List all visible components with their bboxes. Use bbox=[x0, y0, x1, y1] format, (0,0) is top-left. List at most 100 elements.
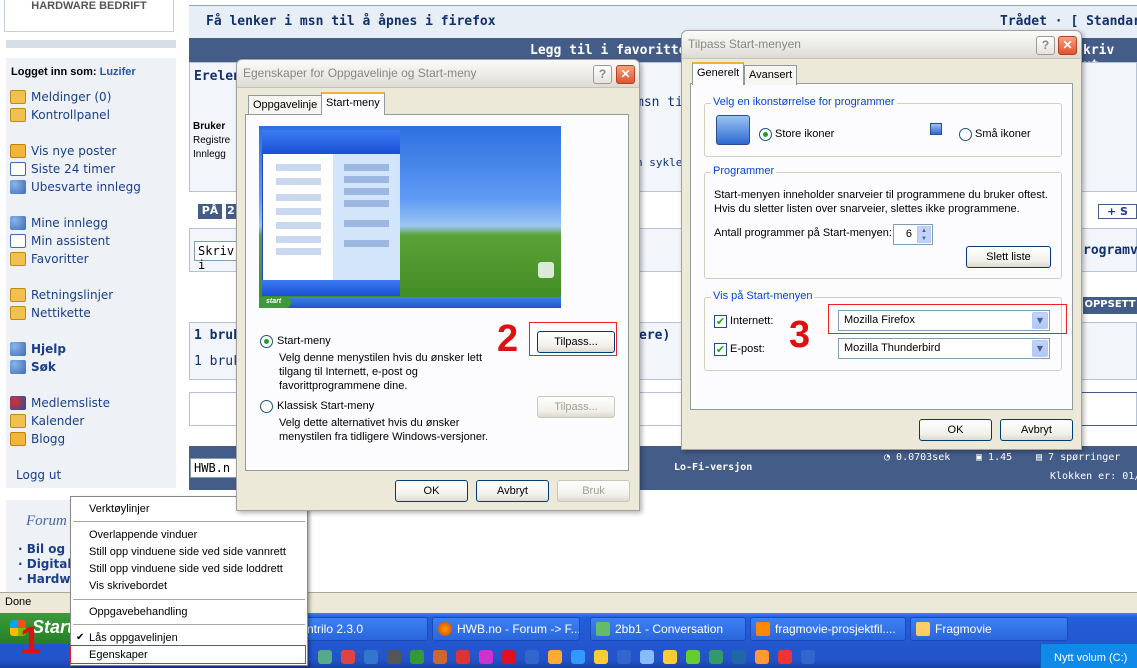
apply-button[interactable]: Bruk bbox=[557, 480, 630, 502]
nav-guidelines[interactable]: Retningslinjer bbox=[10, 288, 113, 302]
menu-item-tile-vertical[interactable]: Still opp vinduene side ved side loddret… bbox=[71, 561, 307, 578]
task-button-project[interactable]: fragmovie-prosjektfil.... bbox=[750, 617, 906, 641]
customize-classic-button[interactable]: Tilpass... bbox=[537, 396, 615, 418]
dialog-titlebar[interactable]: Tilpass Start-menyen ? ✕ bbox=[682, 31, 1081, 59]
start-menu-option-label[interactable]: Start-meny bbox=[277, 335, 331, 347]
quick-launch-app-icon[interactable] bbox=[732, 650, 746, 664]
cancel-button[interactable]: Avbryt bbox=[1000, 419, 1073, 441]
classic-option-label[interactable]: Klassisk Start-meny bbox=[277, 400, 374, 412]
small-icons-label[interactable]: Små ikoner bbox=[975, 128, 1031, 140]
nav-favorites[interactable]: Favoritter bbox=[10, 252, 89, 266]
nav-unanswered[interactable]: Ubesvarte innlegg bbox=[10, 180, 141, 194]
step-2-marker: 2 bbox=[497, 318, 519, 360]
quick-launch-app-icon[interactable] bbox=[571, 650, 585, 664]
page-button[interactable]: 2 bbox=[226, 204, 236, 219]
radio-classic-start-menu[interactable] bbox=[260, 400, 273, 413]
quick-launch-app-icon[interactable] bbox=[410, 650, 424, 664]
sidebar-divider bbox=[6, 40, 176, 48]
nav-help[interactable]: Hjelp bbox=[10, 342, 66, 356]
nav-my-posts[interactable]: Mine innlegg bbox=[10, 216, 108, 230]
close-button[interactable]: ✕ bbox=[1058, 36, 1077, 55]
radio-start-menu[interactable] bbox=[260, 335, 273, 348]
quick-launch-app-icon[interactable] bbox=[801, 650, 815, 664]
dialog-titlebar[interactable]: Egenskaper for Oppgavelinje og Start-men… bbox=[237, 60, 639, 88]
nav-last-24h[interactable]: Siste 24 timer bbox=[10, 162, 115, 176]
nav-logout[interactable]: Logg ut bbox=[16, 468, 61, 482]
nav-member-list[interactable]: Medlemsliste bbox=[10, 396, 110, 410]
chevron-down-icon[interactable]: ▼ bbox=[1032, 340, 1048, 357]
nav-calendar[interactable]: Kalender bbox=[10, 414, 84, 428]
quick-launch-network-icon[interactable] bbox=[318, 650, 332, 664]
menu-item-task-manager[interactable]: Oppgavebehandling bbox=[71, 604, 307, 621]
nav-search[interactable]: Søk bbox=[10, 360, 56, 374]
nav-messages[interactable]: Meldinger (0) bbox=[10, 90, 111, 104]
internet-checkbox[interactable]: ✔ bbox=[714, 315, 727, 328]
quick-launch-app-icon[interactable] bbox=[594, 650, 608, 664]
nav-netiquette[interactable]: Nettikette bbox=[10, 306, 91, 320]
quick-launch-app-icon[interactable] bbox=[525, 650, 539, 664]
quick-launch-tools-icon[interactable] bbox=[341, 650, 355, 664]
tab-taskbar[interactable]: Oppgavelinje bbox=[248, 95, 323, 115]
cancel-button[interactable]: Avbryt bbox=[476, 480, 549, 502]
quick-launch-app-icon[interactable] bbox=[548, 650, 562, 664]
menu-item-tile-horizontal[interactable]: Still opp vinduene side ved side vannret… bbox=[71, 544, 307, 561]
quick-launch-app-icon[interactable] bbox=[709, 650, 723, 664]
nav-my-assistant[interactable]: Min assistent bbox=[10, 234, 110, 248]
username-link[interactable]: Luzifer bbox=[100, 66, 136, 78]
start-menu-option-desc: Velg denne menystilen hvis du ønsker let… bbox=[279, 352, 483, 392]
quick-launch-app-icon[interactable] bbox=[502, 650, 516, 664]
close-button[interactable]: ✕ bbox=[616, 65, 635, 84]
task-button-folder[interactable]: Fragmovie bbox=[910, 617, 1068, 641]
quick-launch-app-icon[interactable] bbox=[364, 650, 378, 664]
tab-advanced[interactable]: Avansert bbox=[744, 65, 798, 85]
lofi-link[interactable]: Lo-Fi-versjon bbox=[674, 462, 752, 473]
quick-launch-app-icon[interactable] bbox=[456, 650, 470, 664]
program-count-spinner[interactable]: 6 ▲ ▼ bbox=[893, 224, 933, 245]
radio-small-icons[interactable] bbox=[959, 128, 972, 141]
task-button-firefox[interactable]: HWB.no - Forum -> F... bbox=[432, 617, 580, 641]
quick-launch-app-icon[interactable] bbox=[778, 650, 792, 664]
quick-launch-app-icon[interactable] bbox=[433, 650, 447, 664]
help-button[interactable]: ? bbox=[1036, 36, 1055, 55]
help-button[interactable]: ? bbox=[593, 65, 612, 84]
quick-launch-app-icon[interactable] bbox=[640, 650, 654, 664]
new-thread-button[interactable]: + S bbox=[1098, 204, 1137, 219]
quick-launch-app-icon[interactable] bbox=[663, 650, 677, 664]
reply-button[interactable]: PÅ bbox=[198, 204, 222, 219]
clear-list-button[interactable]: Slett liste bbox=[966, 246, 1051, 268]
add-favorite-link[interactable]: Legg til i favoritter bbox=[530, 43, 694, 58]
nav-control-panel[interactable]: Kontrollpanel bbox=[10, 108, 110, 122]
forum-logo[interactable]: HARDWARE BEDRIFT bbox=[4, 0, 174, 32]
quick-launch-app-icon[interactable] bbox=[387, 650, 401, 664]
forum-jump-select[interactable]: HWB.n bbox=[190, 458, 240, 478]
mail-icon bbox=[10, 144, 26, 158]
large-icons-label[interactable]: Store ikoner bbox=[775, 128, 834, 140]
tray-volume-label[interactable]: Nytt volum (C:) bbox=[1054, 652, 1127, 664]
nav-blog[interactable]: Blogg bbox=[10, 432, 65, 446]
quick-launch-app-icon[interactable] bbox=[686, 650, 700, 664]
ok-button[interactable]: OK bbox=[919, 419, 992, 441]
tab-start-menu-front[interactable]: Start-meny bbox=[321, 92, 385, 115]
email-label[interactable]: E-post: bbox=[730, 343, 765, 355]
post-author[interactable]: Erelen bbox=[194, 69, 241, 84]
menu-item-cascade[interactable]: Overlappende vinduer bbox=[71, 527, 307, 544]
email-checkbox[interactable]: ✔ bbox=[714, 343, 727, 356]
quick-reply-input[interactable]: Skriv i bbox=[194, 241, 240, 272]
highlight-customize bbox=[529, 322, 617, 356]
spinner-arrows-icon[interactable]: ▲ ▼ bbox=[917, 226, 931, 243]
quick-launch-app-icon[interactable] bbox=[617, 650, 631, 664]
tab-general[interactable]: Generelt bbox=[692, 62, 745, 85]
quick-launch-app-icon[interactable] bbox=[755, 650, 769, 664]
email-client-select[interactable]: Mozilla Thunderbird ▼ bbox=[838, 338, 1050, 359]
quick-launch-app-icon[interactable] bbox=[479, 650, 493, 664]
setup-button[interactable]: OPPSETT bbox=[1083, 297, 1137, 314]
menu-item-show-desktop[interactable]: Vis skrivebordet bbox=[71, 578, 307, 595]
folder-icon bbox=[10, 288, 26, 302]
thread-mode-link[interactable]: Trådet · [ Standard bbox=[1000, 14, 1137, 29]
ok-button[interactable]: OK bbox=[395, 480, 468, 502]
radio-large-icons[interactable] bbox=[759, 128, 772, 141]
nav-new-posts[interactable]: Vis nye poster bbox=[10, 144, 116, 158]
task-button-conversation[interactable]: 2bb1 - Conversation bbox=[590, 617, 746, 641]
internet-label[interactable]: Internett: bbox=[730, 315, 773, 327]
forum-link[interactable]: · Digital bbox=[18, 557, 71, 571]
